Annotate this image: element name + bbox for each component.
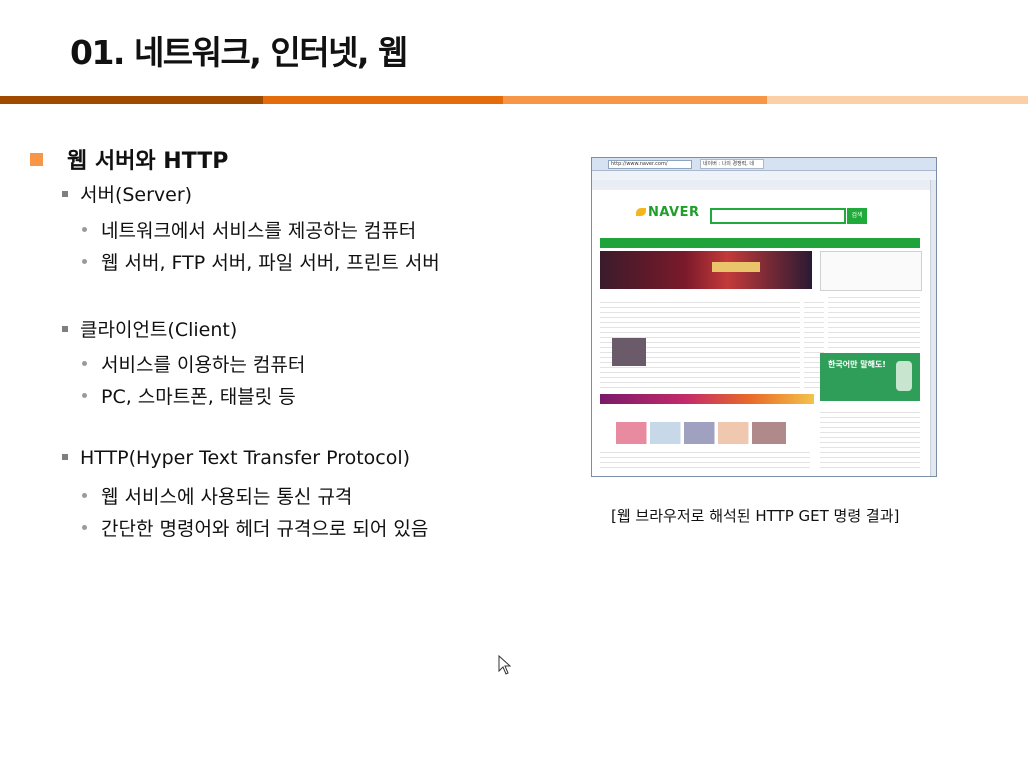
bullet-text: 웹 서비스에 사용되는 통신 규격	[101, 486, 353, 508]
dot-bullet-icon	[82, 227, 87, 232]
bullet-client-item: PC, 스마트폰, 태블릿 등	[82, 382, 296, 409]
bullet-text: 웹 서버, FTP 서버, 파일 서버, 프린트 서버	[101, 252, 440, 274]
portal-search-box	[710, 208, 846, 224]
bullet-client-item: 서비스를 이용하는 컴퓨터	[82, 350, 305, 377]
screenshot-caption: [웹 브라우저로 해석된 HTTP GET 명령 결과]	[611, 507, 900, 525]
address-bar: http://www.naver.com/	[608, 159, 692, 169]
right-side-list	[820, 408, 920, 470]
dot-bullet-icon	[82, 361, 87, 366]
microphone-icon	[896, 361, 912, 391]
browser-title-bar: http://www.naver.com/ 네이버 : 나의 경쟁력, 네	[592, 158, 936, 171]
bullet-server-item: 웹 서버, FTP 서버, 파일 서버, 프린트 서버	[82, 248, 440, 275]
title-underline-segment-1	[0, 96, 263, 104]
browser-scrollbar	[930, 180, 936, 476]
square-bullet-icon	[62, 326, 68, 332]
mouse-pointer-icon	[498, 655, 512, 675]
ad-banner: 한국어만 말해도!	[820, 353, 920, 401]
bullet-level1-web-server-http: 웹 서버와 HTTP	[30, 143, 228, 175]
bullet-text: 웹 서버와 HTTP	[67, 149, 229, 174]
bullet-http-item: 간단한 명령어와 헤더 규격으로 되어 있음	[82, 514, 428, 541]
shopping-thumbnails	[616, 422, 786, 444]
shopping-bar	[600, 394, 814, 404]
logo-text: NAVER	[648, 205, 700, 220]
portal-search-button: 검색	[847, 208, 867, 224]
browser-tab: 네이버 : 나의 경쟁력, 네	[700, 159, 764, 169]
square-bullet-icon	[62, 454, 68, 460]
bullet-text: PC, 스마트폰, 태블릿 등	[101, 386, 296, 408]
news-photo	[612, 338, 646, 366]
title-underline-segment-3	[503, 96, 767, 104]
bullet-http: HTTP(Hyper Text Transfer Protocol)	[62, 447, 410, 469]
login-box	[820, 251, 922, 291]
portal-top-links	[592, 180, 936, 190]
bullet-text: HTTP(Hyper Text Transfer Protocol)	[80, 447, 411, 469]
dot-bullet-icon	[82, 393, 87, 398]
slide-title: 01. 네트워크, 인터넷, 웹	[70, 33, 408, 72]
square-bullet-icon	[62, 191, 68, 197]
title-underline-segment-2	[263, 96, 503, 104]
banner-button	[712, 262, 760, 272]
bullet-text: 네트워크에서 서비스를 제공하는 컴퓨터	[101, 220, 417, 242]
dot-bullet-icon	[82, 525, 87, 530]
portal-menu-bar	[600, 238, 920, 248]
naver-logo: NAVER	[636, 205, 700, 220]
dot-bullet-icon	[82, 493, 87, 498]
leaf-icon	[636, 208, 646, 216]
bullet-http-item: 웹 서비스에 사용되는 통신 규격	[82, 482, 352, 509]
bullet-text: 간단한 명령어와 헤더 규격으로 되어 있음	[101, 518, 429, 540]
today-info-panel	[828, 293, 920, 348]
bullet-text: 서버(Server)	[80, 184, 193, 206]
bottom-list	[600, 448, 810, 472]
bullet-text: 클라이언트(Client)	[80, 319, 238, 341]
game-banner-image	[600, 251, 812, 289]
bullet-client: 클라이언트(Client)	[62, 315, 237, 342]
bullet-text: 서비스를 이용하는 컴퓨터	[101, 354, 306, 376]
dot-bullet-icon	[82, 259, 87, 264]
browser-screenshot: http://www.naver.com/ 네이버 : 나의 경쟁력, 네 NA…	[591, 157, 937, 477]
ad-text: 한국어만 말해도!	[828, 360, 886, 369]
bullet-server-item: 네트워크에서 서비스를 제공하는 컴퓨터	[82, 216, 416, 243]
bullet-server: 서버(Server)	[62, 180, 192, 207]
title-underline-segment-4	[767, 96, 1028, 104]
orange-square-bullet-icon	[30, 153, 43, 166]
